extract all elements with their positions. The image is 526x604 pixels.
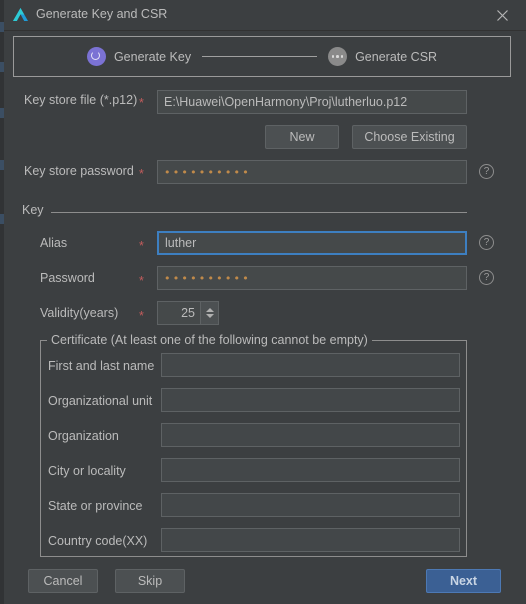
state-or-province-input[interactable]	[161, 493, 460, 517]
generate-key-and-csr-dialog: Generate Key and CSR Generate Key Genera…	[0, 0, 526, 604]
keystore-password-input[interactable]: ••••••••••	[157, 160, 467, 184]
title-bar: Generate Key and CSR	[4, 0, 526, 30]
key-group-title: Key	[22, 203, 49, 217]
cancel-button[interactable]: Cancel	[28, 569, 98, 593]
alias-input[interactable]: luther	[157, 231, 467, 255]
next-button[interactable]: Next	[426, 569, 501, 593]
alias-value: luther	[165, 236, 197, 250]
keystore-file-label: Key store file (*.p12)	[24, 93, 138, 107]
organizational-unit-label-row: Organizational unit	[48, 394, 152, 408]
organization-input[interactable]	[161, 423, 460, 447]
step-connector	[202, 56, 318, 57]
alias-required-marker: *	[139, 239, 144, 253]
deveco-logo-icon	[12, 7, 29, 23]
skip-button[interactable]: Skip	[115, 569, 185, 593]
key-group-separator	[51, 212, 467, 213]
country-code-label-row: Country code(XX)	[48, 534, 147, 548]
first-and-last-name-label-row: First and last name	[48, 359, 154, 373]
keystore-password-value: ••••••••••	[164, 165, 251, 179]
keystore-password-label-row: Key store password	[24, 164, 134, 178]
organization-label-row: Organization	[48, 429, 119, 443]
new-button[interactable]: New	[265, 125, 339, 149]
key-password-input[interactable]: ••••••••••	[157, 266, 467, 290]
chevron-up-icon[interactable]	[205, 308, 214, 312]
organizational-unit-label: Organizational unit	[48, 394, 153, 408]
chevron-down-icon[interactable]	[205, 314, 214, 318]
city-or-locality-label: City or locality	[48, 464, 126, 478]
first-and-last-name-label: First and last name	[48, 359, 155, 373]
validity-value[interactable]: 25	[157, 301, 200, 325]
keystore-file-input[interactable]: E:\Huawei\OpenHarmony\Proj\lutherluo.p12	[157, 90, 467, 114]
state-or-province-label-row: State or province	[48, 499, 143, 513]
certificate-group-legend: Certificate (At least one of the followi…	[47, 333, 372, 347]
alias-label-row: Alias	[40, 236, 67, 250]
state-or-province-label: State or province	[48, 499, 143, 513]
step-generate-csr[interactable]: Generate CSR	[328, 47, 437, 66]
window-title: Generate Key and CSR	[36, 7, 168, 21]
key-password-help-icon[interactable]: ?	[479, 270, 494, 285]
validity-spin-buttons[interactable]	[200, 301, 219, 325]
keystore-password-required-marker: *	[139, 167, 144, 181]
country-code-input[interactable]	[161, 528, 460, 552]
organizational-unit-input[interactable]	[161, 388, 460, 412]
key-password-required-marker: *	[139, 274, 144, 288]
ring-icon	[86, 47, 106, 66]
validity-required-marker: *	[139, 309, 144, 323]
step-generate-key-label: Generate Key	[113, 49, 192, 64]
organization-label: Organization	[48, 429, 119, 443]
validity-stepper[interactable]: 25	[157, 301, 219, 325]
key-password-label-row: Password	[40, 271, 95, 285]
city-or-locality-label-row: City or locality	[48, 464, 126, 478]
alias-label: Alias	[40, 236, 68, 250]
key-password-value: ••••••••••	[164, 271, 251, 285]
first-and-last-name-input[interactable]	[161, 353, 460, 377]
title-bar-separator	[4, 30, 526, 31]
city-or-locality-input[interactable]	[161, 458, 460, 482]
validity-label: Validity(years)	[40, 306, 119, 320]
key-password-label: Password	[40, 271, 95, 285]
alias-help-icon[interactable]: ?	[479, 235, 494, 250]
wizard-stepper: Generate Key Generate CSR	[13, 36, 511, 77]
choose-existing-button[interactable]: Choose Existing	[352, 125, 467, 149]
close-icon[interactable]	[482, 0, 522, 30]
validity-label-row: Validity(years)	[40, 306, 118, 320]
background-window-edge	[0, 0, 4, 604]
keystore-file-required-marker: *	[139, 96, 144, 110]
ellipsis-icon	[328, 47, 348, 66]
keystore-file-label-row: Key store file (*.p12)	[24, 93, 137, 107]
country-code-label: Country code(XX)	[48, 534, 148, 548]
step-generate-key[interactable]: Generate Key	[86, 47, 192, 66]
keystore-password-help-icon[interactable]: ?	[479, 164, 494, 179]
step-generate-csr-label: Generate CSR	[355, 49, 438, 64]
keystore-password-label: Key store password	[24, 164, 134, 178]
keystore-file-value: E:\Huawei\OpenHarmony\Proj\lutherluo.p12	[164, 95, 408, 109]
